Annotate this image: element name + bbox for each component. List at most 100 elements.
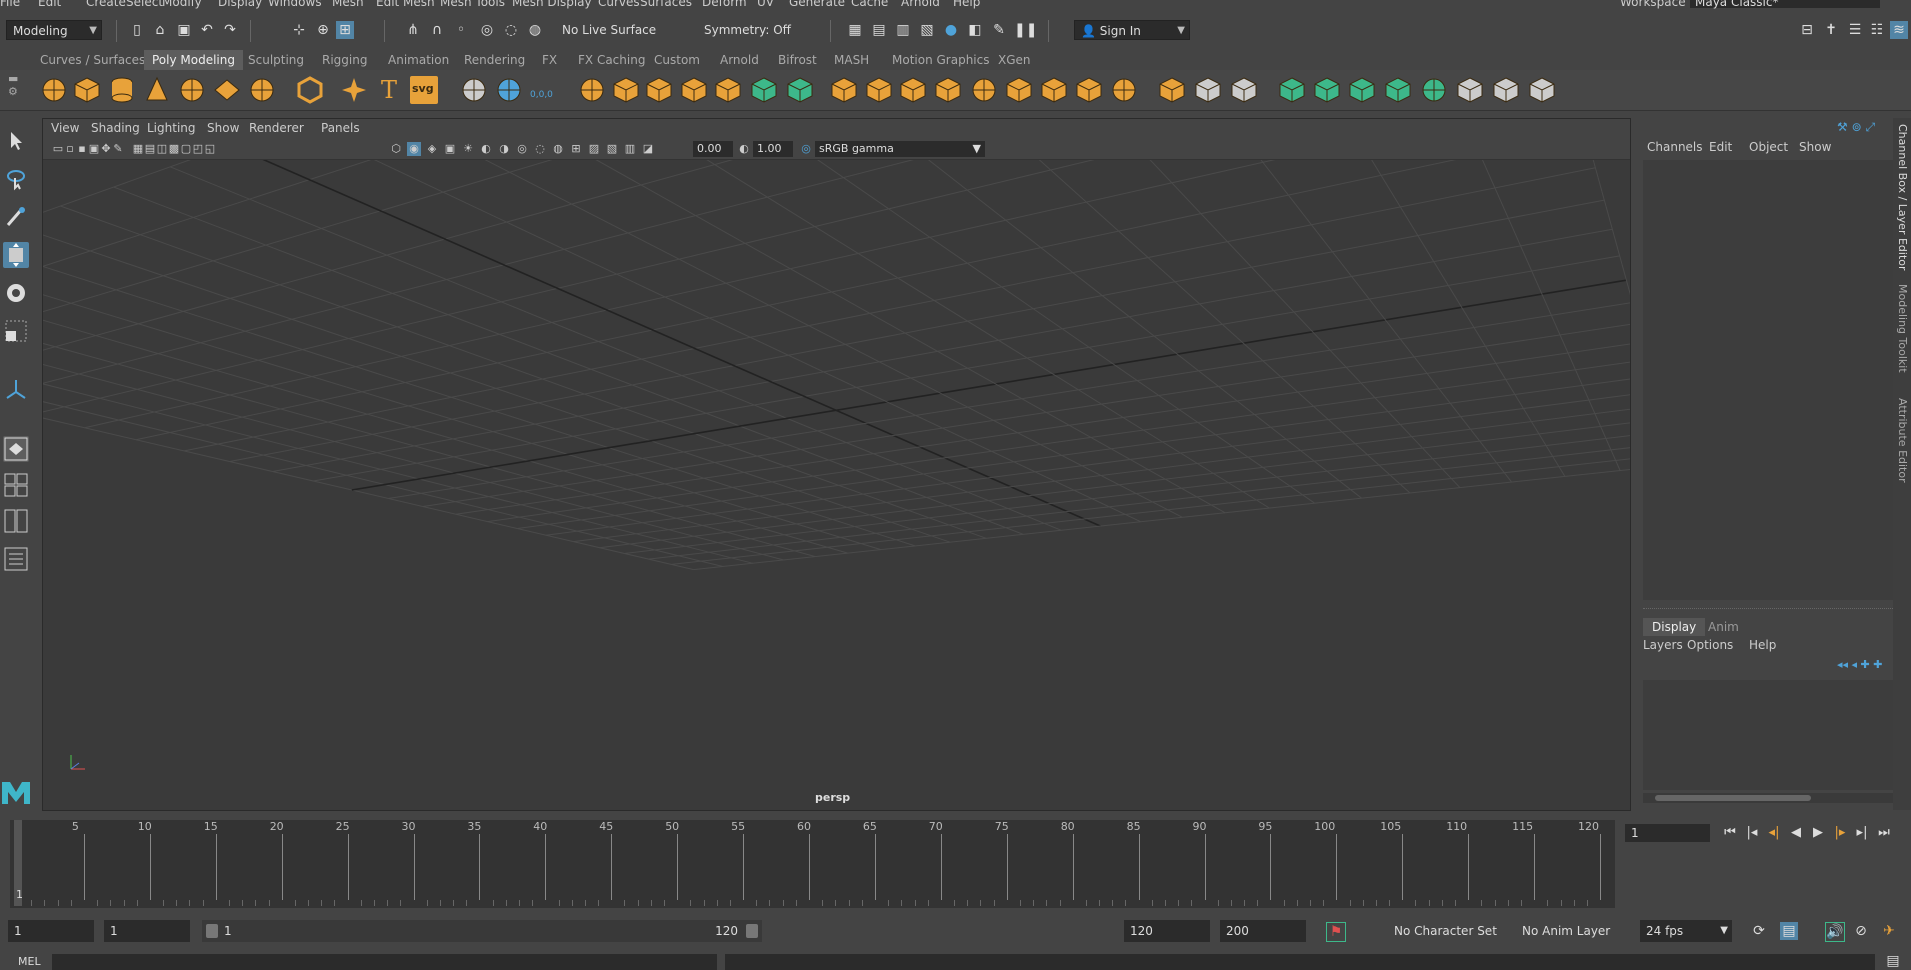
current-frame-field[interactable]: 1 bbox=[1625, 824, 1710, 842]
platonic-icon[interactable] bbox=[296, 76, 324, 104]
fps-select[interactable]: 24 fps ▼ bbox=[1640, 920, 1732, 942]
snap-curve-icon[interactable]: ∩ bbox=[428, 21, 446, 39]
backface-icon[interactable]: ◪ bbox=[641, 142, 655, 156]
lights-icon[interactable]: ☀ bbox=[461, 142, 475, 156]
viewport-menu-renderer[interactable]: Renderer bbox=[249, 121, 304, 135]
uv-editor-icon[interactable] bbox=[1420, 76, 1448, 104]
render-settings-icon[interactable]: ▧ bbox=[918, 21, 936, 39]
append-icon[interactable] bbox=[970, 76, 998, 104]
make-live-icon[interactable] bbox=[460, 76, 488, 104]
menu-cache[interactable]: Cache bbox=[851, 0, 888, 9]
ipr-render-icon[interactable]: ▥ bbox=[894, 21, 912, 39]
smooth-shade-icon[interactable]: ◉ bbox=[407, 142, 421, 156]
viewport-panel[interactable]: View Shading Lighting Show Renderer Panels 0.… bbox=[42, 118, 1631, 811]
menu-windows[interactable]: Windows bbox=[268, 0, 322, 9]
smooth-icon[interactable] bbox=[680, 76, 708, 104]
step-back-frame-icon[interactable]: ◂| bbox=[1764, 823, 1784, 843]
cube-icon[interactable] bbox=[73, 76, 101, 104]
playback-start-field[interactable]: 1 bbox=[104, 920, 190, 942]
symmetry-field[interactable]: Symmetry: Off bbox=[698, 20, 798, 40]
layer-tab-anim[interactable]: Anim bbox=[1699, 618, 1748, 636]
live-surface-field[interactable]: No Live Surface bbox=[556, 20, 666, 40]
new-scene-icon[interactable]: ▯ bbox=[128, 21, 146, 39]
insert-edge-loop-icon[interactable] bbox=[1194, 76, 1222, 104]
triangulate-icon[interactable] bbox=[1110, 76, 1138, 104]
shelf-menu-icon[interactable]: ▬ ⚙ bbox=[8, 72, 20, 108]
uv-auto-icon[interactable] bbox=[1384, 76, 1412, 104]
safe-title-icon[interactable]: ◱ bbox=[203, 142, 217, 156]
uv-cylindrical-icon[interactable] bbox=[1313, 76, 1341, 104]
view-transform-select[interactable]: sRGB gamma ▼ bbox=[815, 141, 985, 157]
menu-mesh-display[interactable]: Mesh Display bbox=[512, 0, 592, 9]
select-hierarchy-icon[interactable]: ⊹ bbox=[290, 21, 308, 39]
svg-icon[interactable]: svg bbox=[410, 76, 438, 104]
go-to-start-icon[interactable]: ⏮ bbox=[1720, 823, 1740, 843]
shelf-tab-custom[interactable]: Custom bbox=[646, 50, 708, 70]
render-setup-icon[interactable]: ◧ bbox=[966, 21, 984, 39]
select-object-icon[interactable]: ⊕ bbox=[314, 21, 332, 39]
layer-menu-options[interactable]: Options bbox=[1687, 638, 1733, 652]
layer-menu-help[interactable]: Help bbox=[1749, 638, 1776, 652]
snap-surface-icon[interactable]: ◌ bbox=[502, 21, 520, 39]
channel-box-toggle-icon[interactable]: ≋ bbox=[1890, 21, 1908, 39]
modeling-toolkit-toggle-icon[interactable]: ⊟ bbox=[1798, 21, 1816, 39]
shelf-tab-sculpting[interactable]: Sculpting bbox=[240, 50, 312, 70]
separate-icon[interactable] bbox=[612, 76, 640, 104]
cylinder-icon[interactable] bbox=[108, 76, 136, 104]
rotate-tool-icon[interactable] bbox=[3, 280, 29, 306]
menu-mesh-tools[interactable]: Mesh Tools bbox=[440, 0, 505, 9]
bevel-icon[interactable] bbox=[899, 76, 927, 104]
menu-display[interactable]: Display bbox=[218, 0, 262, 9]
select-component-icon[interactable]: ⊞ bbox=[336, 21, 354, 39]
step-back-key-icon[interactable]: |◂ bbox=[1742, 823, 1762, 843]
snap-edge-icon[interactable]: ◍ bbox=[526, 21, 544, 39]
layer-list[interactable] bbox=[1643, 680, 1893, 790]
character-set-select[interactable]: No Character Set bbox=[1388, 920, 1504, 942]
viewport-menu-lighting[interactable]: Lighting bbox=[147, 121, 196, 135]
viewport-menu-show[interactable]: Show bbox=[207, 121, 239, 135]
combine-icon[interactable] bbox=[578, 76, 606, 104]
menu-surfaces[interactable]: Surfaces bbox=[640, 0, 692, 9]
tool-settings-toggle-icon[interactable]: ☷ bbox=[1868, 21, 1886, 39]
uv-spherical-icon[interactable] bbox=[1348, 76, 1376, 104]
go-to-end-icon[interactable]: ⏭ bbox=[1874, 823, 1894, 843]
step-forward-frame-icon[interactable]: |▸ bbox=[1830, 823, 1850, 843]
snap-grid-icon[interactable]: ⋔ bbox=[404, 21, 422, 39]
workspace-select[interactable]: Maya Classic* bbox=[1690, 0, 1880, 9]
layer-menu-layers[interactable]: Layers bbox=[1643, 638, 1683, 652]
channel-menu-object[interactable]: Object bbox=[1749, 140, 1788, 154]
loop-icon[interactable]: ⟳ bbox=[1750, 922, 1768, 940]
extrude-icon[interactable] bbox=[830, 76, 858, 104]
bridge-icon[interactable] bbox=[865, 76, 893, 104]
center-pivot-icon[interactable]: 0,0,0 bbox=[530, 76, 558, 104]
shelf-tab-fx[interactable]: FX bbox=[534, 50, 565, 70]
light-editor-icon[interactable]: ✎ bbox=[990, 21, 1008, 39]
viewport-menu-panels[interactable]: Panels bbox=[321, 121, 360, 135]
shelf-tab-animation[interactable]: Animation bbox=[380, 50, 457, 70]
single-perspective-layout-icon[interactable] bbox=[3, 436, 29, 462]
menu-uv[interactable]: UV bbox=[757, 0, 774, 9]
shelf-tab-poly-modeling[interactable]: Poly Modeling bbox=[144, 50, 243, 70]
shelf-tab-mash[interactable]: MASH bbox=[826, 50, 877, 70]
timecode-icon[interactable]: ⊘ bbox=[1852, 922, 1870, 940]
play-backward-icon[interactable]: ◀ bbox=[1786, 823, 1806, 843]
lasso-tool-icon[interactable] bbox=[3, 166, 29, 192]
collapse-icon[interactable] bbox=[1075, 76, 1103, 104]
menu-select[interactable]: Select bbox=[126, 0, 163, 9]
save-scene-icon[interactable]: ▣ bbox=[175, 21, 193, 39]
playback-end-field[interactable]: 120 bbox=[1124, 920, 1210, 942]
scrollbar-thumb[interactable] bbox=[1655, 795, 1811, 801]
range-start-handle[interactable] bbox=[206, 924, 218, 938]
gamma-field[interactable]: 1.00 bbox=[753, 141, 793, 157]
uv-layout-icon[interactable] bbox=[1528, 76, 1556, 104]
menu-generate[interactable]: Generate bbox=[789, 0, 845, 9]
multi-cut-icon[interactable] bbox=[1158, 76, 1186, 104]
xray-icon[interactable]: ▨ bbox=[587, 142, 601, 156]
mirror-icon[interactable] bbox=[645, 76, 673, 104]
splitter-handle[interactable] bbox=[1643, 608, 1893, 611]
uv-planar-icon[interactable] bbox=[1278, 76, 1306, 104]
dof-icon[interactable]: ◍ bbox=[551, 142, 565, 156]
wedge-icon[interactable] bbox=[1005, 76, 1033, 104]
channel-menu-show[interactable]: Show bbox=[1799, 140, 1831, 154]
anim-layer-select[interactable]: No Anim Layer bbox=[1516, 920, 1626, 942]
